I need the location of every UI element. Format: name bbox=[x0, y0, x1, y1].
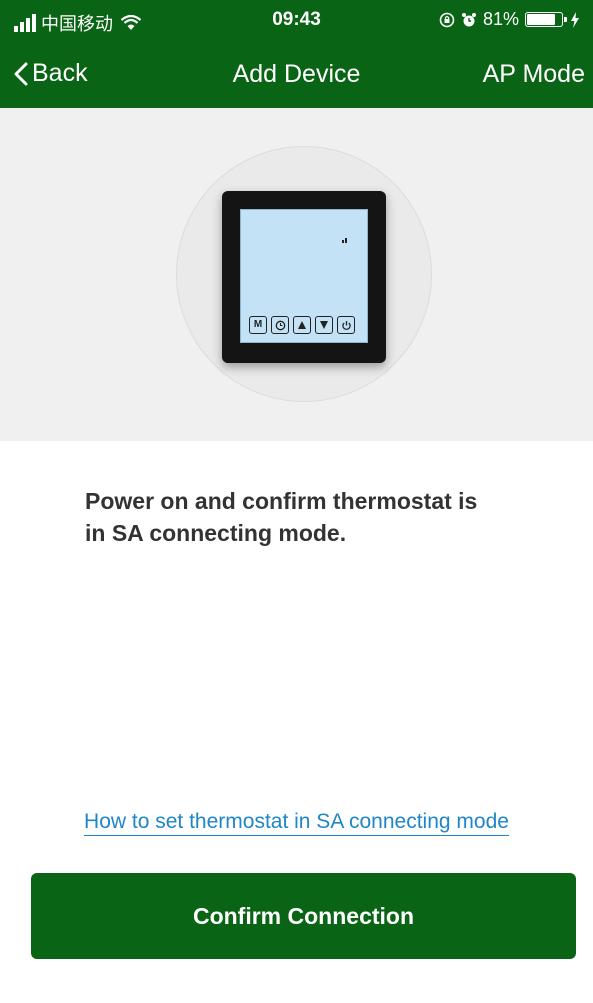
thermostat-image: M bbox=[222, 191, 386, 363]
up-button-icon bbox=[293, 316, 311, 334]
confirm-connection-button[interactable]: Confirm Connection bbox=[31, 873, 576, 959]
nav-bar: Back Add Device AP Mode bbox=[0, 40, 593, 108]
rotation-lock-icon bbox=[439, 12, 455, 27]
charging-icon bbox=[571, 11, 579, 28]
instruction-line-2: in SA connecting mode. bbox=[85, 520, 347, 546]
status-right: 81% bbox=[439, 9, 579, 30]
mode-button-icon: M bbox=[249, 316, 267, 334]
instruction-text: Power on and confirm thermostat is in SA… bbox=[85, 485, 545, 549]
help-link-container: How to set thermostat in SA connecting m… bbox=[0, 810, 593, 836]
clock-button-icon bbox=[271, 316, 289, 334]
battery-percent: 81% bbox=[482, 9, 519, 29]
down-button-icon bbox=[315, 316, 333, 334]
thermostat-buttons: M bbox=[249, 316, 355, 334]
help-link[interactable]: How to set thermostat in SA connecting m… bbox=[84, 810, 509, 836]
status-bar: 中国移动 09:43 81% bbox=[0, 0, 593, 40]
ap-mode-button[interactable]: AP Mode bbox=[483, 60, 585, 89]
screen-signal-icon bbox=[342, 238, 347, 243]
alarm-icon bbox=[461, 12, 476, 26]
device-illustration-area: M bbox=[0, 108, 593, 441]
thermostat-screen: M bbox=[240, 209, 368, 343]
instruction-line-1: Power on and confirm thermostat is bbox=[85, 488, 478, 514]
battery-icon bbox=[525, 12, 567, 27]
power-button-icon bbox=[337, 316, 355, 334]
